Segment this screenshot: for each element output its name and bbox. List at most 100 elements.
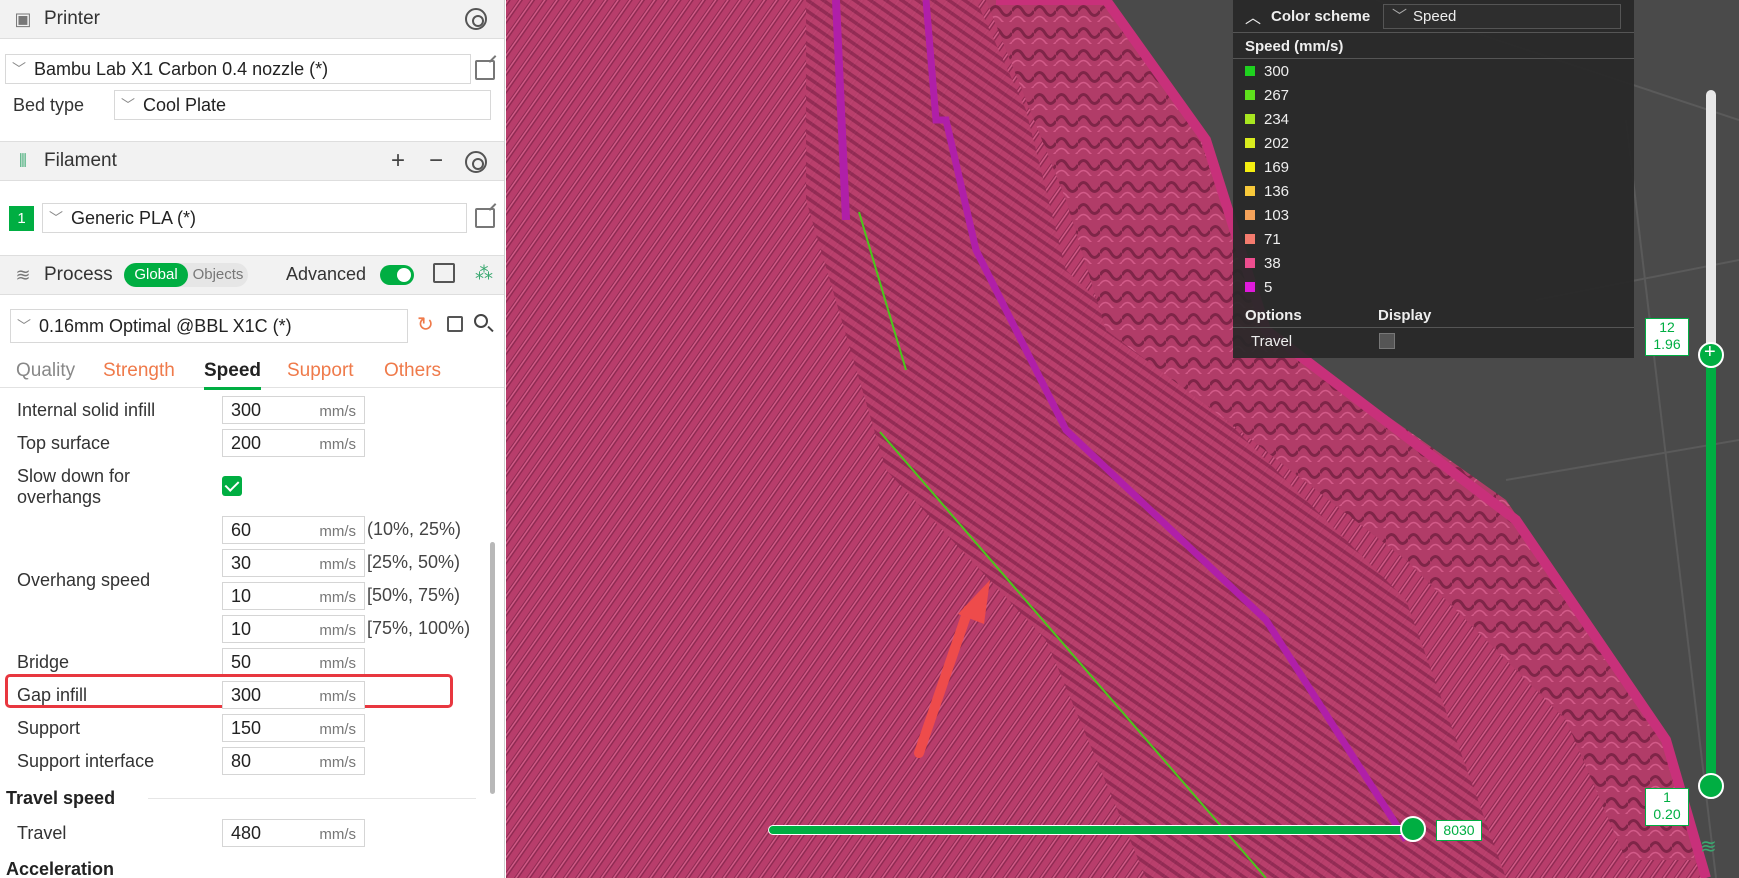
legend-swatch bbox=[1245, 258, 1255, 268]
legend-item: 136 bbox=[1245, 181, 1289, 201]
support-interface-input[interactable]: 80 mm/s bbox=[222, 747, 365, 775]
legend-value: 136 bbox=[1264, 182, 1290, 200]
field-unit: mm/s bbox=[319, 721, 356, 738]
overhang-speed-1-input[interactable]: 60 mm/s bbox=[222, 516, 365, 544]
layers-icon[interactable]: ≋ bbox=[1700, 834, 1717, 859]
internal-solid-infill-input[interactable]: 300 mm/s bbox=[222, 396, 365, 424]
collapse-chevron-icon[interactable]: ︿ bbox=[1245, 4, 1261, 28]
search-icon[interactable] bbox=[474, 314, 488, 328]
bed-type-select[interactable]: ﹀ Cool Plate bbox=[114, 90, 491, 120]
travel-speed-heading: Travel speed bbox=[6, 788, 116, 808]
tab-quality[interactable]: Quality bbox=[16, 360, 75, 382]
list-view-icon[interactable] bbox=[433, 263, 455, 283]
printer-header: ▣ Printer bbox=[0, 0, 504, 39]
compare-icon[interactable]: ⁂ bbox=[475, 263, 493, 284]
advanced-label: Advanced bbox=[286, 264, 367, 284]
process-preset-select[interactable]: ﹀ 0.16mm Optimal @BBL X1C (*) bbox=[10, 309, 408, 343]
color-scheme-select[interactable]: ﹀ Speed bbox=[1383, 4, 1621, 29]
filament-settings-gear-icon[interactable] bbox=[465, 151, 487, 173]
top-surface-input[interactable]: 200 mm/s bbox=[222, 429, 365, 457]
travel-display-checkbox[interactable] bbox=[1379, 333, 1395, 349]
gap-infill-label: Gap infill bbox=[17, 685, 88, 705]
filament-header: ⦀ Filament + − bbox=[0, 141, 504, 181]
legend-item: 38 bbox=[1245, 253, 1281, 273]
layer-slider-bottom-handle[interactable] bbox=[1698, 773, 1724, 799]
bed-type-value: Cool Plate bbox=[143, 94, 227, 115]
field-value: 300 bbox=[231, 400, 262, 420]
filament-preset-select[interactable]: ﹀ Generic PLA (*) bbox=[42, 203, 467, 233]
tab-speed[interactable]: Speed bbox=[204, 360, 262, 390]
legend-swatch bbox=[1245, 90, 1255, 100]
bridge-input[interactable]: 50 mm/s bbox=[222, 648, 365, 676]
field-value: 80 bbox=[231, 751, 252, 771]
overhang-range-1: (10%, 25%) bbox=[367, 519, 462, 539]
legend-item: 300 bbox=[1245, 61, 1289, 81]
divider bbox=[1233, 327, 1634, 328]
field-unit: mm/s bbox=[319, 589, 356, 606]
field-unit: mm/s bbox=[319, 754, 356, 771]
support-label: Support bbox=[17, 718, 81, 738]
chevron-down-icon: ﹀ bbox=[1392, 8, 1408, 25]
advanced-toggle[interactable] bbox=[380, 265, 414, 285]
overhang-speed-2-input[interactable]: 30 mm/s bbox=[222, 549, 365, 577]
support-interface-label: Support interface bbox=[17, 751, 155, 771]
tab-strength[interactable]: Strength bbox=[103, 360, 175, 382]
filament-icon: ⦀ bbox=[19, 151, 27, 171]
tab-others[interactable]: Others bbox=[384, 360, 441, 382]
legend-item: 5 bbox=[1245, 277, 1272, 297]
field-value: 10 bbox=[231, 586, 252, 606]
bridge-label: Bridge bbox=[17, 652, 70, 672]
global-objects-switch[interactable]: Global Objects bbox=[124, 263, 248, 287]
display-heading: Display bbox=[1378, 307, 1432, 324]
printer-preset-select[interactable]: ﹀ Bambu Lab X1 Carbon 0.4 nozzle (*) bbox=[5, 54, 471, 84]
chevron-down-icon: ﹀ bbox=[49, 210, 63, 226]
bed-type-label: Bed type bbox=[13, 95, 85, 115]
legend-value: 71 bbox=[1264, 230, 1281, 248]
top-layer-height: 1.96 bbox=[1653, 336, 1681, 352]
legend-swatch bbox=[1245, 234, 1255, 244]
overhang-range-3: [50%, 75%) bbox=[367, 585, 461, 605]
travel-label: Travel bbox=[17, 823, 67, 843]
legend-swatch bbox=[1245, 162, 1255, 172]
process-header: ≋ Process bbox=[0, 255, 504, 295]
legend-value: 267 bbox=[1264, 86, 1290, 104]
tab-support[interactable]: Support bbox=[287, 360, 354, 382]
settings-scrollbar[interactable] bbox=[490, 542, 495, 794]
layer-slider-top-handle[interactable]: + bbox=[1698, 341, 1724, 368]
settings-panel: ▣ Printer ﹀ Bambu Lab X1 Carbon 0.4 nozz… bbox=[0, 0, 505, 878]
layer-slider-track[interactable] bbox=[1706, 90, 1716, 790]
global-option[interactable]: Global bbox=[124, 263, 188, 287]
remove-filament-icon[interactable]: − bbox=[429, 147, 443, 175]
overhang-speed-label: Overhang speed bbox=[17, 570, 151, 590]
move-slider-track[interactable] bbox=[768, 825, 1416, 835]
legend-value: 103 bbox=[1264, 206, 1290, 224]
save-icon[interactable] bbox=[447, 316, 463, 332]
legend-swatch bbox=[1245, 186, 1255, 196]
acceleration-heading: Acceleration bbox=[6, 859, 115, 878]
travel-input[interactable]: 480 mm/s bbox=[222, 819, 365, 847]
add-filament-icon[interactable]: + bbox=[391, 147, 405, 175]
reset-icon[interactable]: ↻ bbox=[417, 312, 434, 337]
legend-value: 5 bbox=[1264, 278, 1273, 296]
field-unit: mm/s bbox=[319, 688, 356, 705]
overhang-speed-4-input[interactable]: 10 mm/s bbox=[222, 615, 365, 643]
legend-item: 71 bbox=[1245, 229, 1281, 249]
slow-down-overhangs-label-1: Slow down for bbox=[17, 466, 131, 486]
filament-title: Filament bbox=[44, 150, 117, 171]
chevron-down-icon: ﹀ bbox=[121, 97, 135, 113]
overhang-speed-3-input[interactable]: 10 mm/s bbox=[222, 582, 365, 610]
support-input[interactable]: 150 mm/s bbox=[222, 714, 365, 742]
move-tooltip: 8030 bbox=[1436, 820, 1482, 841]
bottom-layer-tooltip: 1 0.20 bbox=[1645, 788, 1689, 826]
edit-printer-icon[interactable] bbox=[475, 60, 495, 80]
legend-swatch bbox=[1245, 66, 1255, 76]
filament-slot-badge[interactable]: 1 bbox=[9, 206, 34, 231]
gap-infill-input[interactable]: 300 mm/s bbox=[222, 681, 365, 709]
field-unit: mm/s bbox=[319, 523, 356, 540]
objects-option[interactable]: Objects bbox=[188, 263, 248, 287]
legend-value: 169 bbox=[1264, 158, 1290, 176]
move-slider-handle[interactable] bbox=[1400, 816, 1426, 842]
edit-filament-icon[interactable] bbox=[475, 208, 495, 228]
slow-down-overhangs-checkbox[interactable] bbox=[222, 476, 242, 496]
printer-settings-gear-icon[interactable] bbox=[465, 8, 487, 30]
